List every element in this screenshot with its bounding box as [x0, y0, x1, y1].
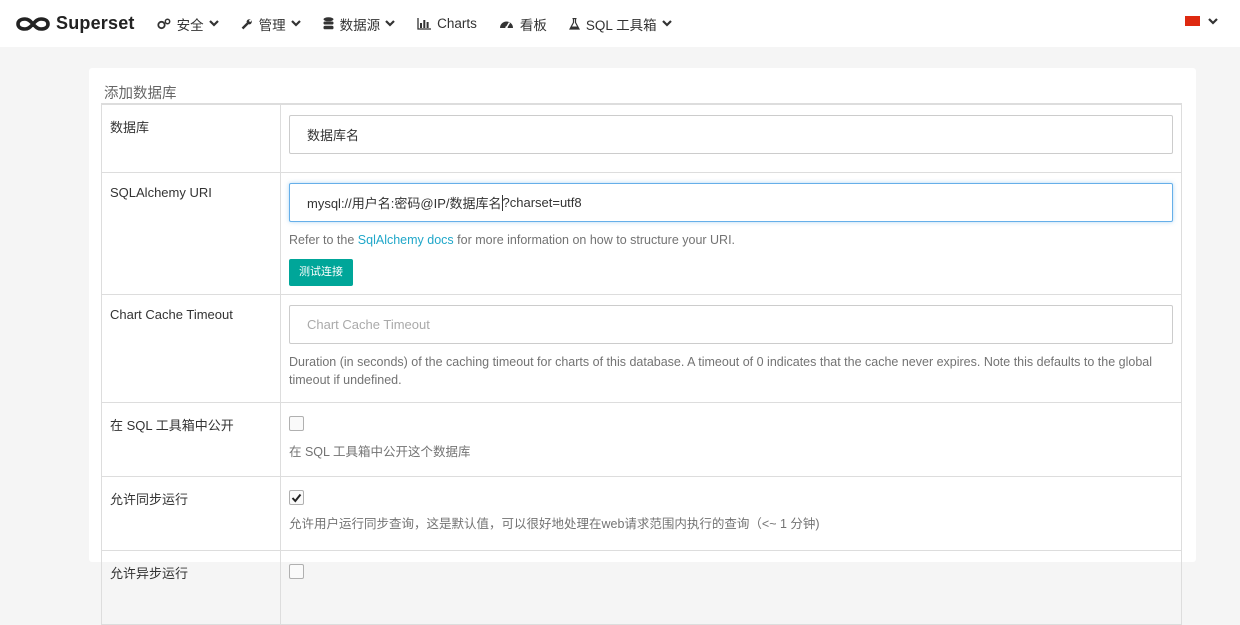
sqlalchemy-help-text: Refer to the SqlAlchemy docs for more in… — [289, 231, 1173, 249]
allow-run-sync-help-text: 允许用户运行同步查询，这是默认值，可以很好地处理在web请求范围内执行的查询（<… — [289, 516, 820, 531]
database-name-value: 数据库名 — [307, 128, 360, 143]
top-navbar: Superset 安全 管理 数据源 Charts 看板 SQL 工具箱 — [0, 0, 1240, 47]
help-suffix: for more information on how to structure… — [453, 233, 736, 247]
checkmark-icon — [291, 493, 302, 503]
cogs-icon — [157, 18, 171, 30]
nav-menu-charts[interactable]: Charts — [417, 16, 477, 31]
cache-timeout-placeholder: Chart Cache Timeout — [307, 317, 430, 332]
nav-menu-sql-lab[interactable]: SQL 工具箱 — [568, 14, 672, 34]
sqlalchemy-docs-link[interactable]: SqlAlchemy docs — [358, 233, 454, 247]
expose-sql-lab-help-text: 在 SQL 工具箱中公开这个数据库 — [289, 445, 471, 459]
cache-timeout-help-text: Duration (in seconds) of the caching tim… — [289, 355, 1152, 387]
chevron-down-icon — [208, 20, 219, 27]
brand-name: Superset — [56, 13, 135, 33]
cache-timeout-input[interactable]: Chart Cache Timeout — [289, 305, 1173, 344]
chevron-down-icon — [1208, 17, 1218, 25]
help-prefix: Refer to the — [289, 233, 358, 247]
allow-run-async-checkbox[interactable] — [289, 564, 304, 579]
form-row-allow-run-sync: 允许同步运行 允许用户运行同步查询，这是默认值，可以很好地处理在web请求范围内… — [101, 476, 1182, 551]
database-icon — [323, 17, 334, 30]
form-row-database: 数据库 数据库名 — [101, 103, 1182, 173]
chevron-down-icon — [661, 20, 672, 27]
brand[interactable]: Superset — [16, 13, 135, 34]
form-row-expose-sql-lab: 在 SQL 工具箱中公开 在 SQL 工具箱中公开这个数据库 — [101, 402, 1182, 477]
database-label: 数据库 — [101, 103, 281, 173]
dashboard-icon — [499, 18, 514, 30]
sqlalchemy-uri-input[interactable]: mysql://用户名:密码@IP/数据库名 ?charset=utf8 — [289, 183, 1173, 222]
panel-title: 添加数据库 — [104, 86, 177, 102]
china-flag-icon — [1185, 16, 1200, 26]
form-row-cache-timeout: Chart Cache Timeout Chart Cache Timeout … — [101, 294, 1182, 403]
superset-logo-icon — [16, 16, 50, 31]
test-connection-button[interactable]: 测试连接 — [289, 259, 353, 286]
expose-sql-lab-label: 在 SQL 工具箱中公开 — [101, 402, 281, 477]
sqlalchemy-uri-value-end: ?charset=utf8 — [502, 195, 582, 210]
nav-menu-security[interactable]: 安全 — [157, 14, 219, 34]
bar-chart-icon — [417, 17, 432, 30]
database-name-input[interactable]: 数据库名 — [289, 115, 1173, 154]
allow-run-sync-label: 允许同步运行 — [101, 476, 281, 551]
form-row-sqlalchemy-uri: SQLAlchemy URI mysql://用户名:密码@IP/数据库名 ?ch… — [101, 172, 1182, 295]
nav-label-charts: Charts — [437, 16, 477, 31]
nav-menu-manage[interactable]: 管理 — [241, 14, 301, 34]
nav-menu-dashboards[interactable]: 看板 — [499, 14, 547, 34]
expose-sql-lab-checkbox[interactable] — [289, 416, 304, 431]
nav-label-sql-lab: SQL 工具箱 — [585, 17, 657, 33]
nav-label-manage: 管理 — [258, 17, 286, 33]
add-database-panel: 添加数据库 数据库 数据库名 SQLAlchemy URI mysql://用户… — [89, 68, 1196, 625]
allow-run-sync-checkbox[interactable] — [289, 490, 304, 505]
nav-label-security: 安全 — [176, 17, 204, 33]
wrench-icon — [241, 18, 253, 30]
nav-label-dashboards: 看板 — [519, 17, 547, 33]
chevron-down-icon — [290, 20, 301, 27]
database-form: 数据库 数据库名 SQLAlchemy URI mysql://用户名:密码@I… — [101, 103, 1182, 625]
flask-icon — [568, 17, 580, 30]
sqlalchemy-uri-label: SQLAlchemy URI — [101, 172, 281, 295]
language-picker[interactable] — [1185, 16, 1218, 26]
sqlalchemy-uri-value-start: mysql://用户名:密码@IP/数据库名 — [307, 196, 502, 211]
nav-label-datasources: 数据源 — [339, 17, 381, 33]
cache-timeout-label: Chart Cache Timeout — [101, 294, 281, 403]
nav-menu-datasources[interactable]: 数据源 — [323, 14, 396, 34]
chevron-down-icon — [385, 20, 395, 27]
